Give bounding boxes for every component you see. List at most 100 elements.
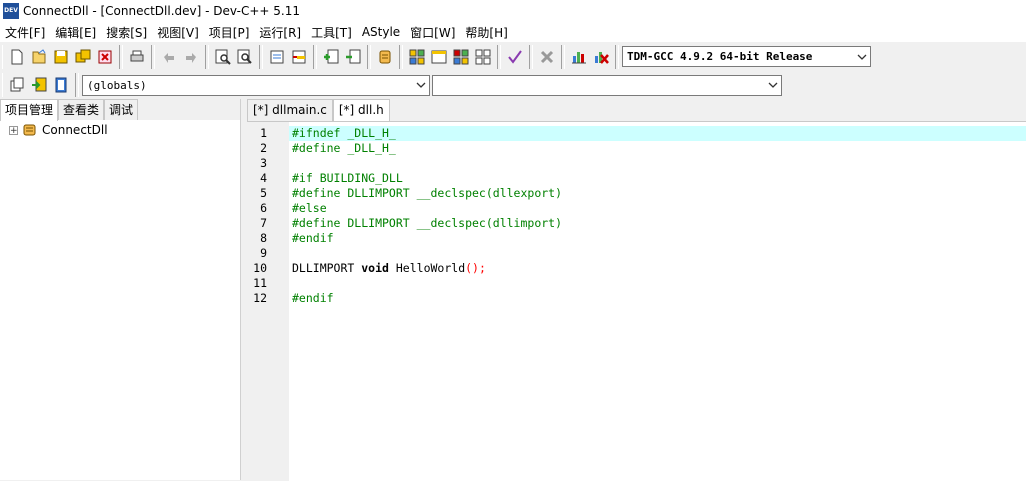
menu-window[interactable]: 窗口[W] bbox=[405, 24, 460, 41]
line-number: 12 bbox=[253, 291, 267, 305]
tree-item-project[interactable]: + ConnectDll bbox=[0, 121, 240, 139]
line-number: 10 bbox=[253, 261, 267, 275]
menu-search[interactable]: 搜索[S] bbox=[101, 24, 152, 41]
code-line[interactable]: #ifndef _DLL_H_ bbox=[289, 126, 1026, 141]
scope-select[interactable]: (globals) bbox=[82, 74, 430, 96]
find-icon[interactable] bbox=[214, 48, 232, 66]
editor-tabs: [*] dllmain.c [*] dll.h bbox=[247, 99, 390, 122]
remove-from-project-icon[interactable] bbox=[344, 48, 362, 66]
line-number: 4 bbox=[260, 171, 267, 185]
goto-definition-icon[interactable] bbox=[52, 76, 70, 94]
chevron-down-icon bbox=[765, 76, 781, 95]
menu-help[interactable]: 帮助[H] bbox=[460, 24, 512, 41]
toggle-bookmark-icon[interactable] bbox=[290, 48, 308, 66]
code-line[interactable] bbox=[289, 246, 1026, 261]
add-to-project-icon[interactable] bbox=[322, 48, 340, 66]
code-line[interactable] bbox=[289, 276, 1026, 291]
project-toolbar-group bbox=[316, 44, 368, 69]
line-number: 1 bbox=[260, 126, 267, 140]
line-number: 3 bbox=[260, 156, 267, 170]
print-toolbar-group bbox=[122, 44, 152, 69]
class-nav-toolbar-group bbox=[2, 73, 76, 97]
syntax-check-icon[interactable] bbox=[506, 48, 524, 66]
code-line-text: #else bbox=[292, 201, 327, 216]
tab-class-view[interactable]: 查看类 bbox=[58, 99, 105, 120]
save-all-icon[interactable] bbox=[74, 48, 92, 66]
class-toolbar: (globals) bbox=[0, 71, 1026, 99]
code-line[interactable] bbox=[289, 156, 1026, 171]
rebuild-all-icon[interactable] bbox=[474, 48, 492, 66]
tree-expander[interactable]: + bbox=[9, 125, 18, 135]
line-number: 11 bbox=[253, 276, 267, 290]
code-line[interactable]: #else bbox=[289, 201, 1026, 216]
compiler-select-value: TDM-GCC 4.9.2 64-bit Release bbox=[627, 50, 813, 63]
code-token: #define DLLIMPORT __declspec(dllimport) bbox=[292, 216, 563, 230]
goto-declaration-icon[interactable] bbox=[30, 76, 48, 94]
code-token: #define DLLIMPORT __declspec(dllexport) bbox=[292, 186, 563, 200]
goto-toolbar-group bbox=[262, 44, 314, 69]
code-line[interactable]: #define DLLIMPORT __declspec(dllimport) bbox=[289, 216, 1026, 231]
project-icon bbox=[22, 122, 38, 138]
menu-bar: 文件[F] 编辑[E] 搜索[S] 视图[V] 项目[P] 运行[R] 工具[T… bbox=[0, 22, 1026, 42]
new-file-icon[interactable] bbox=[8, 48, 26, 66]
profile-icon[interactable] bbox=[570, 48, 588, 66]
compiler-toolbar-group: TDM-GCC 4.9.2 64-bit Release bbox=[618, 44, 874, 69]
menu-run[interactable]: 运行[R] bbox=[254, 24, 306, 41]
code-area[interactable]: #ifndef _DLL_H_ #define _DLL_H_ #if BUILDI… bbox=[289, 122, 1026, 481]
menu-view[interactable]: 视图[V] bbox=[152, 24, 204, 41]
code-token: #define _DLL_H_ bbox=[292, 141, 396, 155]
code-token: #endif bbox=[292, 231, 334, 245]
menu-tools[interactable]: 工具[T] bbox=[306, 24, 357, 41]
line-number: 7 bbox=[260, 216, 267, 230]
code-line-text: #endif bbox=[292, 291, 334, 306]
save-icon[interactable] bbox=[52, 48, 70, 66]
compiler-select[interactable]: TDM-GCC 4.9.2 64-bit Release bbox=[622, 46, 871, 67]
member-select[interactable] bbox=[432, 74, 782, 96]
code-token: void bbox=[361, 261, 389, 275]
code-line[interactable]: #endif bbox=[289, 231, 1026, 246]
menu-project[interactable]: 项目[P] bbox=[204, 24, 255, 41]
open-file-icon[interactable] bbox=[30, 48, 48, 66]
project-options-icon[interactable] bbox=[376, 48, 394, 66]
stop-execution-icon[interactable] bbox=[538, 48, 556, 66]
project-options-toolbar-group bbox=[370, 44, 400, 69]
insert-icon[interactable] bbox=[8, 76, 26, 94]
compile-run-icon[interactable] bbox=[452, 48, 470, 66]
tab-dll-h[interactable]: [*] dll.h bbox=[332, 99, 390, 122]
compile-toolbar-group bbox=[402, 44, 498, 69]
window-title: ConnectDll - [ConnectDll.dev] - Dev-C++ … bbox=[23, 4, 301, 18]
redo-icon[interactable] bbox=[182, 48, 200, 66]
replace-icon[interactable] bbox=[236, 48, 254, 66]
close-file-icon[interactable] bbox=[96, 48, 114, 66]
chevron-down-icon bbox=[854, 47, 870, 66]
stop-toolbar-group bbox=[532, 44, 562, 69]
tab-debug[interactable]: 调试 bbox=[104, 99, 139, 120]
code-line-text: DLLIMPORT void HelloWorld(); bbox=[292, 261, 486, 276]
code-line[interactable]: #endif bbox=[289, 291, 1026, 306]
syntax-check-toolbar-group bbox=[500, 44, 530, 69]
scope-toolbar-group: (globals) bbox=[78, 73, 785, 97]
compile-icon[interactable] bbox=[408, 48, 426, 66]
code-token: HelloWorld bbox=[388, 261, 466, 275]
code-line[interactable]: DLLIMPORT void HelloWorld(); bbox=[289, 261, 1026, 276]
code-line[interactable]: #define DLLIMPORT __declspec(dllexport) bbox=[289, 186, 1026, 201]
file-toolbar-group bbox=[2, 44, 120, 69]
left-panel-tabs: 项目管理 查看类 调试 bbox=[0, 99, 240, 121]
code-line[interactable]: #define _DLL_H_ bbox=[289, 141, 1026, 156]
tab-project-manager[interactable]: 项目管理 bbox=[0, 99, 59, 121]
run-icon[interactable] bbox=[430, 48, 448, 66]
line-number: 8 bbox=[260, 231, 267, 245]
menu-astyle[interactable]: AStyle bbox=[357, 25, 405, 39]
code-line[interactable]: #if BUILDING_DLL bbox=[289, 171, 1026, 186]
menu-edit[interactable]: 编辑[E] bbox=[50, 24, 101, 41]
menu-file[interactable]: 文件[F] bbox=[0, 24, 50, 41]
undo-icon[interactable] bbox=[160, 48, 178, 66]
code-editor[interactable]: 1 2 3 4 5 6 7 8 9 10 11 12 #ifndef _DLL_H_ #define _… bbox=[247, 121, 1026, 481]
tab-dllmain-c[interactable]: [*] dllmain.c bbox=[247, 99, 333, 121]
delete-profile-icon[interactable] bbox=[592, 48, 610, 66]
code-line-text: #endif bbox=[292, 231, 334, 246]
code-token: #if BUILDING_DLL bbox=[292, 171, 403, 185]
code-line-text: #if BUILDING_DLL bbox=[292, 171, 403, 186]
goto-line-icon[interactable] bbox=[268, 48, 286, 66]
print-icon[interactable] bbox=[128, 48, 146, 66]
